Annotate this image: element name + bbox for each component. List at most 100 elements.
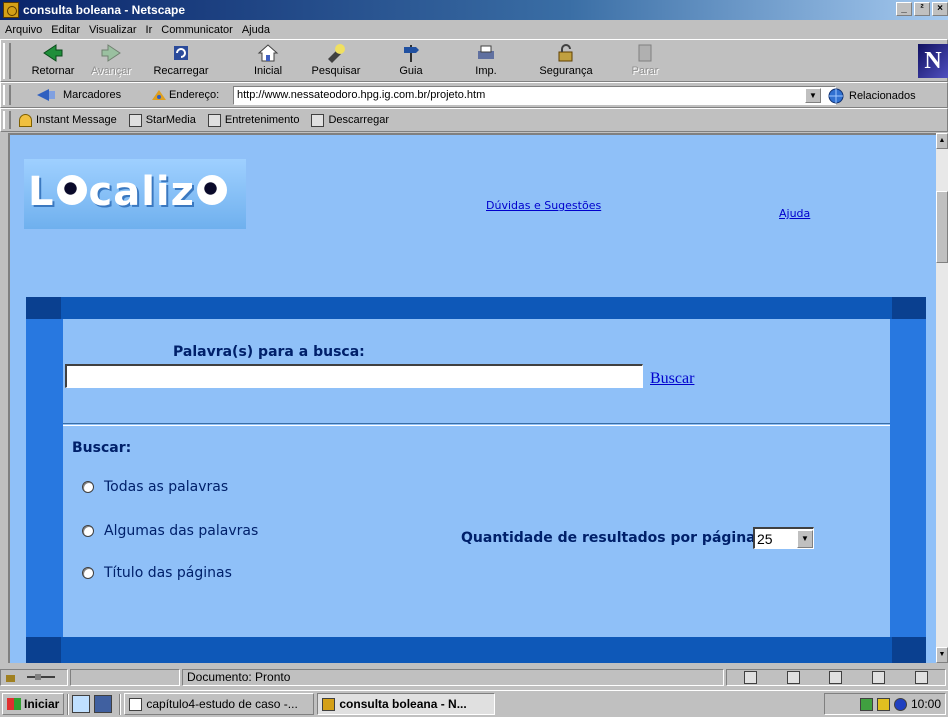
frame-left-band [26, 319, 63, 637]
scroll-down-button[interactable]: ▼ [936, 647, 948, 663]
radio-button[interactable] [82, 481, 94, 493]
security-button[interactable]: Segurança [536, 43, 596, 81]
back-arrow-icon [43, 44, 63, 62]
status-bar: Documento: Pronto [0, 667, 948, 687]
minimize-button[interactable]: _ [896, 2, 912, 16]
localizo-logo[interactable]: Lcaliz [24, 159, 246, 229]
start-button[interactable]: Iniciar [2, 693, 65, 715]
bookmark-page-icon [128, 113, 142, 127]
task-word-document[interactable]: capítulo4-estudo de caso -... [124, 693, 315, 715]
radio-todas-palavras[interactable]: Todas as palavras [82, 479, 228, 495]
taskbar-separator [119, 693, 122, 715]
forward-button[interactable]: Avançar [81, 43, 141, 81]
scroll-thumb[interactable] [936, 191, 948, 263]
chevron-down-icon[interactable]: ▼ [797, 529, 813, 548]
lock-and-connection-icon [6, 674, 55, 682]
window-title: consulta boleana - Netscape [23, 3, 186, 17]
netscape-logo[interactable]: N [918, 44, 948, 78]
toolbar-grip[interactable] [3, 111, 11, 129]
menu-visualizar[interactable]: Visualizar [89, 24, 137, 36]
mail-icon[interactable] [786, 670, 800, 684]
task-netscape[interactable]: consulta boleana - N... [317, 693, 496, 715]
home-button[interactable]: Inicial [238, 43, 298, 81]
bookmarks-button[interactable]: Marcadores [35, 88, 121, 102]
address-dropdown-button[interactable]: ▼ [805, 88, 821, 103]
back-button[interactable]: Retornar [23, 43, 83, 81]
address-input[interactable]: http://www.nessateodoro.hpg.ig.com.br/pr… [233, 86, 836, 105]
guide-signpost-icon [404, 45, 419, 62]
eye-orb-icon [196, 175, 227, 205]
frame-corner [892, 637, 926, 663]
menu-editar[interactable]: Editar [51, 24, 80, 36]
word-doc-icon [129, 697, 143, 711]
home-icon [257, 44, 279, 62]
radio-button[interactable] [82, 567, 94, 579]
stop-button[interactable]: Parar [615, 43, 675, 81]
discussions-icon[interactable] [829, 670, 843, 684]
taskbar-separator [67, 693, 70, 715]
window-title-bar[interactable]: consulta boleana - Netscape _ ² × [0, 0, 948, 20]
search-input[interactable] [65, 364, 643, 388]
frame-top-band [26, 297, 926, 319]
panel-divider [63, 423, 890, 426]
frame-right-band [890, 319, 926, 637]
radio-button[interactable] [82, 525, 94, 537]
menu-ajuda[interactable]: Ajuda [242, 24, 270, 36]
scroll-up-button[interactable]: ▲ [936, 133, 948, 149]
navigator-icon[interactable] [743, 670, 757, 684]
bookmark-starmedia[interactable]: StarMedia [128, 113, 196, 127]
location-toolbar: Marcadores Endereço: http://www.nessateo… [0, 82, 948, 108]
search-label: Palavra(s) para a busca: [173, 344, 365, 360]
reload-button[interactable]: Recarregar [151, 43, 211, 81]
frame-corner [26, 297, 61, 319]
padlock-icon [558, 44, 573, 62]
toolbar-grip[interactable] [3, 43, 11, 79]
edit-icon[interactable] [915, 670, 929, 684]
status-progress [70, 668, 180, 686]
system-tray: 10:00 [824, 693, 946, 715]
volume-icon[interactable] [876, 697, 890, 711]
maximize-button[interactable]: ² [914, 2, 930, 16]
link-duvidas-sugestoes[interactable]: Dúvidas e Sugestões [486, 199, 601, 212]
quicklaunch-desktop-icon[interactable] [94, 695, 113, 713]
results-per-page-select[interactable]: 25 ▼ [753, 527, 814, 549]
network-icon[interactable] [859, 697, 873, 711]
link-ajuda[interactable]: Ajuda [779, 207, 810, 220]
reload-icon [174, 46, 188, 60]
close-button[interactable]: × [932, 2, 948, 16]
radio-titulo-paginas[interactable]: Título das páginas [82, 565, 232, 581]
search-mode-label: Buscar: [72, 440, 132, 456]
composer-icon[interactable] [872, 670, 886, 684]
windows-taskbar: Iniciar capítulo4-estudo de caso -... co… [0, 690, 948, 717]
bookmarks-icon [37, 89, 55, 101]
bookmark-entretenimento[interactable]: Entretenimento [207, 113, 299, 127]
radio-algumas-palavras[interactable]: Algumas das palavras [82, 523, 258, 539]
frame-corner [892, 297, 926, 319]
results-per-page-label: Quantidade de resultados por página: [461, 530, 762, 546]
quicklaunch-browser-icon[interactable] [72, 695, 91, 713]
menu-ir[interactable]: Ir [146, 24, 153, 36]
search-button[interactable]: Pesquisar [306, 43, 366, 81]
search-flashlight-icon [328, 44, 345, 63]
related-button[interactable]: Relacionados [827, 88, 916, 104]
clock[interactable]: 10:00 [911, 697, 941, 711]
menu-communicator[interactable]: Communicator [161, 24, 233, 36]
tray-app-icon[interactable] [893, 697, 907, 711]
stop-icon [638, 44, 652, 62]
vertical-scrollbar[interactable]: ▲ ▼ [936, 133, 948, 663]
print-button[interactable]: Imp. [456, 43, 516, 81]
bookmark-instant-message[interactable]: Instant Message [19, 113, 117, 127]
bookmark-descarregar[interactable]: Descarregar [311, 113, 389, 127]
page-proxy-icon[interactable] [151, 88, 167, 102]
menu-arquivo[interactable]: Arquivo [5, 24, 42, 36]
printer-icon [478, 45, 494, 59]
guide-button[interactable]: Guia [381, 43, 441, 81]
security-status-icons[interactable] [0, 668, 68, 686]
person-icon [19, 113, 32, 127]
menu-bar: Arquivo Editar Visualizar Ir Communicato… [0, 20, 948, 39]
navigation-toolbar: Retornar Avançar Recarregar Inicial Pesq… [0, 39, 948, 82]
frame-bottom-band [26, 637, 926, 663]
search-submit-link[interactable]: Buscar [650, 370, 694, 388]
component-bar [726, 668, 946, 686]
toolbar-grip[interactable] [3, 85, 11, 105]
